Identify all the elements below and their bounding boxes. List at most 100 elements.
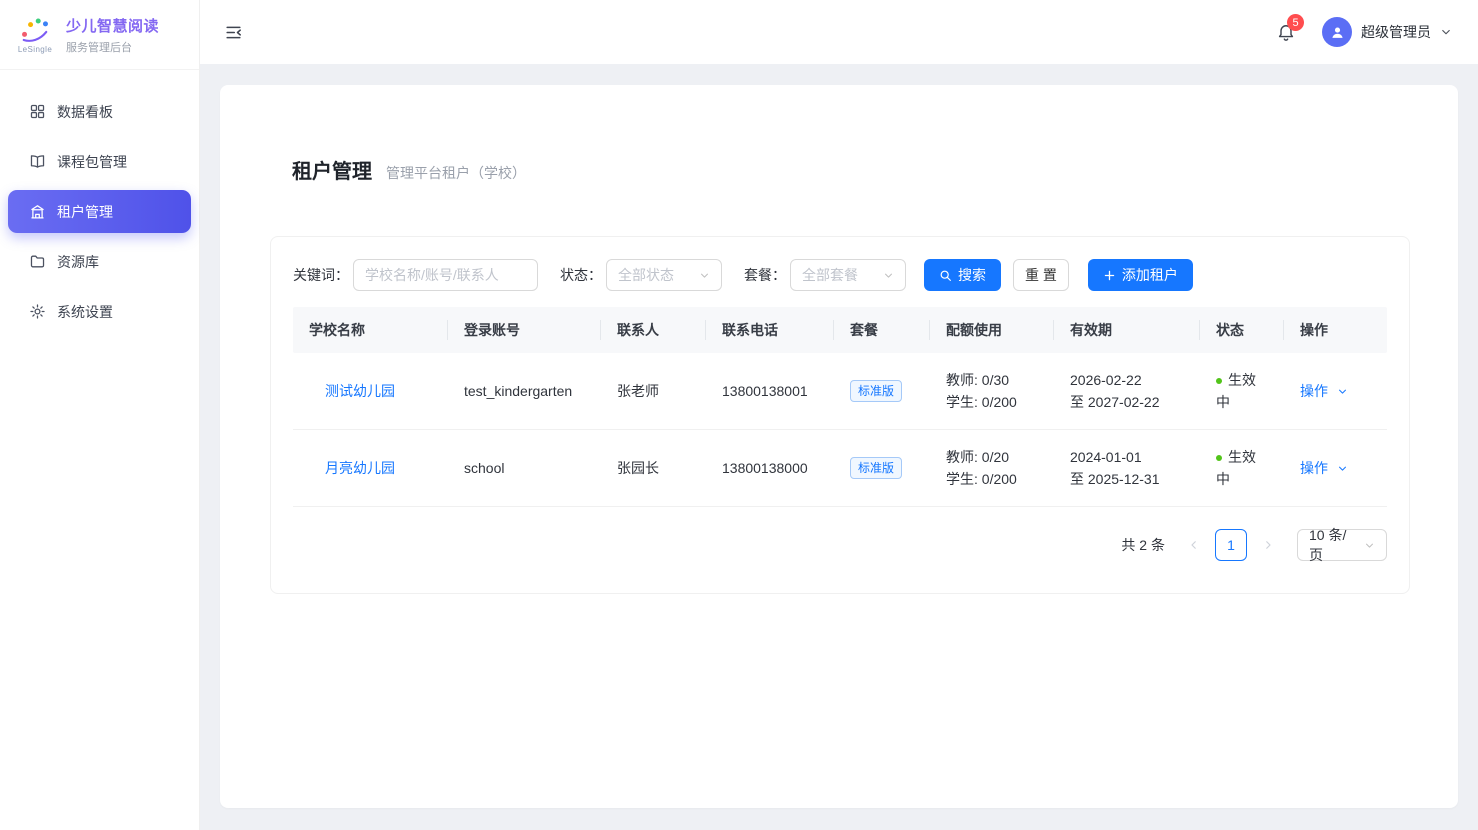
cell-status: 生效中	[1200, 369, 1284, 413]
cell-actions: 操作	[1284, 458, 1387, 478]
user-name: 超级管理员	[1361, 22, 1431, 42]
validity-start: 2026-02-22	[1070, 369, 1160, 391]
package-select[interactable]: 全部套餐	[790, 259, 906, 291]
tenant-table: 学校名称 登录账号 联系人 联系电话 套餐 配额使用 有效期 状态 操作	[293, 307, 1387, 507]
action-label: 操作	[1300, 458, 1328, 478]
brand-logo: LeSingle	[12, 15, 58, 54]
chevron-down-icon	[699, 270, 710, 281]
sidebar-item-dashboard[interactable]: 数据看板	[8, 90, 191, 133]
row-actions-dropdown[interactable]: 操作	[1300, 458, 1348, 478]
tenant-panel: 关键词： 状态： 全部状态 套餐： 全部套餐	[270, 236, 1410, 594]
sidebar-item-label: 资源库	[57, 252, 99, 272]
brand-meta: 少儿智慧阅读 服务管理后台	[66, 15, 159, 55]
chevron-down-icon	[1337, 463, 1348, 474]
status-select-value: 全部状态	[618, 265, 674, 285]
notification-badge: 5	[1287, 14, 1304, 31]
status-dot-icon	[1216, 378, 1222, 384]
col-header-validity: 有效期	[1054, 307, 1200, 353]
notification-button[interactable]: 5	[1276, 22, 1296, 42]
folder-icon	[29, 253, 46, 270]
action-label: 操作	[1300, 381, 1328, 401]
table-row: 月亮幼儿园 school 张园长 13800138000 标准版 教师: 0/2…	[293, 430, 1387, 507]
cell-quota: 教师: 0/30 学生: 0/200	[930, 369, 1054, 413]
next-page-button[interactable]	[1253, 530, 1283, 560]
cell-phone: 13800138000	[706, 460, 834, 476]
sidebar-item-settings[interactable]: 系统设置	[8, 290, 191, 333]
page-number-button[interactable]: 1	[1215, 529, 1247, 561]
quota-student: 学生: 0/200	[946, 468, 1017, 490]
keyword-label: 关键词：	[293, 265, 349, 285]
topbar-right: 5 超级管理员	[1276, 17, 1452, 47]
status-label: 状态：	[560, 265, 602, 285]
prev-page-button[interactable]	[1179, 530, 1209, 560]
brand-subtitle: 服务管理后台	[66, 39, 159, 55]
quota-teacher: 教师: 0/30	[946, 369, 1017, 391]
brand: LeSingle 少儿智慧阅读 服务管理后台	[0, 0, 199, 70]
validity-start: 2024-01-01	[1070, 446, 1160, 468]
cell-quota: 教师: 0/20 学生: 0/200	[930, 446, 1054, 490]
chevron-down-icon	[1337, 386, 1348, 397]
user-menu[interactable]: 超级管理员	[1322, 17, 1452, 47]
col-header-school: 学校名称	[293, 307, 448, 353]
school-name-link[interactable]: 月亮幼儿园	[325, 458, 395, 478]
sidebar-item-resources[interactable]: 资源库	[8, 240, 191, 283]
page-size-select[interactable]: 10 条/页	[1297, 529, 1387, 561]
chevron-down-icon	[883, 270, 894, 281]
avatar	[1322, 17, 1352, 47]
package-label: 套餐：	[744, 265, 786, 285]
status-text: 生效中	[1216, 449, 1256, 487]
add-tenant-button-label: 添加租户	[1122, 265, 1178, 285]
gear-icon	[29, 303, 46, 320]
status-badge: 生效中	[1216, 446, 1266, 490]
cell-package: 标准版	[834, 380, 930, 402]
pagination: 共 2 条 1 10 条/页	[293, 529, 1387, 561]
cell-school: 月亮幼儿园	[293, 458, 448, 478]
menu-fold-icon[interactable]	[224, 23, 243, 42]
quota-student: 学生: 0/200	[946, 391, 1017, 413]
page-header: 租户管理 管理平台租户（学校）	[292, 159, 1410, 186]
main-area: 5 超级管理员 租户管理 管理平台租户（学校）	[200, 0, 1478, 830]
cell-contact: 张老师	[601, 381, 706, 401]
status-select[interactable]: 全部状态	[606, 259, 722, 291]
package-badge: 标准版	[850, 457, 902, 479]
book-icon	[29, 153, 46, 170]
cell-account: test_kindergarten	[448, 383, 601, 399]
col-header-quota: 配额使用	[930, 307, 1054, 353]
chevron-down-icon	[1364, 540, 1375, 551]
app-layout: LeSingle 少儿智慧阅读 服务管理后台 数据看板 课程包管理	[0, 0, 1478, 830]
col-header-contact: 联系人	[601, 307, 706, 353]
school-name-link[interactable]: 测试幼儿园	[325, 381, 395, 401]
package-badge: 标准版	[850, 380, 902, 402]
cell-actions: 操作	[1284, 381, 1387, 401]
sidebar-menu: 数据看板 课程包管理 租户管理 资源库	[0, 70, 199, 353]
search-icon	[939, 269, 952, 282]
keyword-input[interactable]	[353, 259, 538, 291]
reset-button[interactable]: 重 置	[1013, 259, 1069, 291]
cell-validity: 2026-02-22 至 2027-02-22	[1054, 369, 1200, 413]
page-card: 租户管理 管理平台租户（学校） 关键词： 状态： 全部状态	[220, 85, 1458, 808]
brand-logo-icon	[18, 15, 52, 44]
col-header-actions: 操作	[1284, 307, 1387, 353]
cell-status: 生效中	[1200, 446, 1284, 490]
sidebar: LeSingle 少儿智慧阅读 服务管理后台 数据看板 课程包管理	[0, 0, 200, 830]
sidebar-item-courses[interactable]: 课程包管理	[8, 140, 191, 183]
add-tenant-button[interactable]: 添加租户	[1088, 259, 1193, 291]
chevron-right-icon	[1262, 539, 1274, 551]
col-header-status: 状态	[1200, 307, 1284, 353]
chevron-left-icon	[1188, 539, 1200, 551]
topbar: 5 超级管理员	[200, 0, 1478, 64]
col-header-phone: 联系电话	[706, 307, 834, 353]
sidebar-item-label: 系统设置	[57, 302, 113, 322]
table-row: 测试幼儿园 test_kindergarten 张老师 13800138001 …	[293, 353, 1387, 430]
sidebar-item-label: 租户管理	[57, 202, 113, 222]
col-header-package: 套餐	[834, 307, 930, 353]
sidebar-item-tenants[interactable]: 租户管理	[8, 190, 191, 233]
validity-end: 至 2025-12-31	[1070, 468, 1160, 490]
chevron-down-icon	[1440, 26, 1452, 38]
page-subtitle: 管理平台租户（学校）	[386, 160, 526, 186]
search-button[interactable]: 搜索	[924, 259, 1001, 291]
status-badge: 生效中	[1216, 369, 1266, 413]
brand-name: 少儿智慧阅读	[66, 15, 159, 36]
page-size-value: 10 条/页	[1309, 525, 1358, 565]
row-actions-dropdown[interactable]: 操作	[1300, 381, 1348, 401]
